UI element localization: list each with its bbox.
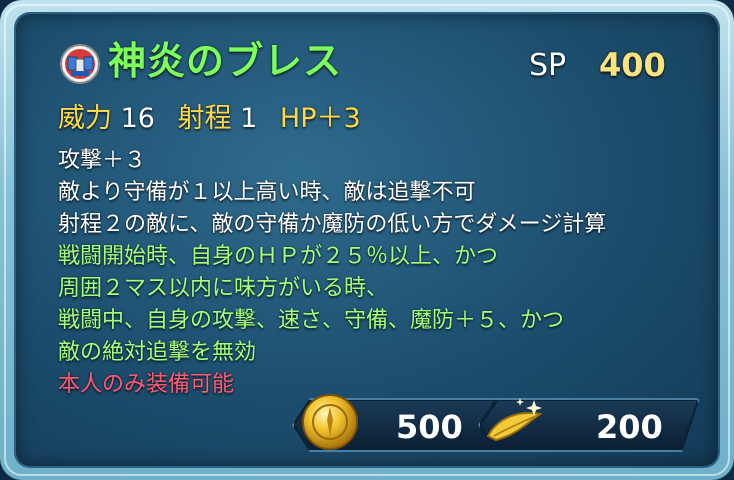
- arena-medal-value: 500: [396, 408, 463, 446]
- refine-line: 周囲２マス以内に味方がいる時、: [58, 276, 389, 301]
- weapon-skill-icon: [60, 44, 100, 84]
- might-label: 威力: [58, 103, 112, 134]
- divine-dew-value: 200: [596, 408, 663, 446]
- gold-coin-icon: [302, 394, 358, 450]
- desc-line: 敵より守備が１以上高い時、敵は追撃不可: [58, 180, 476, 205]
- might-value: 16: [120, 103, 155, 134]
- hp-bonus: HP＋3: [279, 103, 361, 134]
- range-value: 1: [240, 103, 258, 134]
- desc-line: 射程２の敵に、敵の守備か魔防の低い方でダメージ計算: [58, 212, 607, 237]
- refine-line: 戦闘中、自身の攻撃、速さ、守備、魔防＋５、かつ: [58, 308, 565, 333]
- sp-label: SP: [529, 48, 567, 83]
- range-label: 射程: [177, 103, 232, 134]
- restriction-text: 本人のみ装備可能: [58, 372, 235, 397]
- refine-line: 戦闘開始時、自身のＨＰが２５％以上、かつ: [58, 244, 499, 269]
- desc-line: 攻撃＋３: [58, 148, 147, 173]
- refine-line: 敵の絶対追撃を無効: [58, 340, 257, 365]
- divine-dew-icon: [486, 398, 543, 442]
- sp-value: 400: [599, 46, 666, 84]
- weapon-stats: 威力 16 射程 1 HP＋3: [58, 96, 361, 135]
- skill-name: 神炎のブレス: [108, 39, 343, 83]
